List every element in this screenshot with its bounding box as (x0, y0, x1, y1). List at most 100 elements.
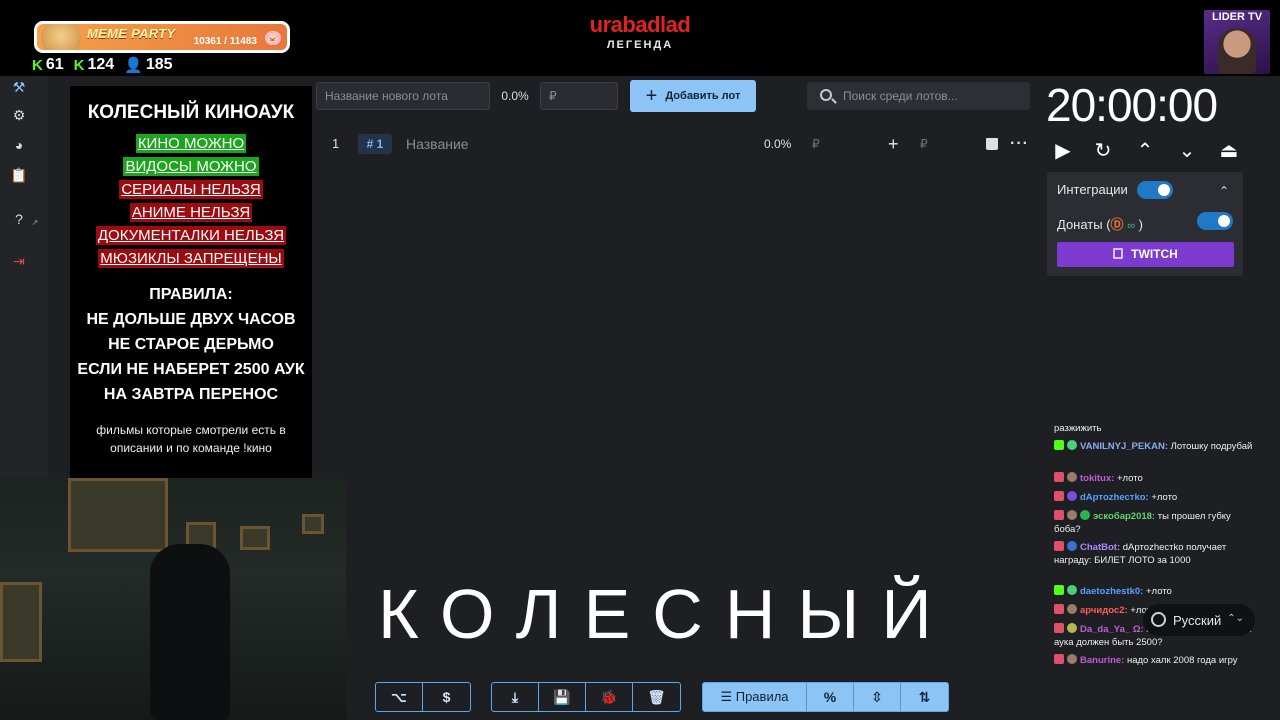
tag-forbidden: АНИМЕ НЕЛЬЗЯ (129, 203, 253, 222)
lot-search-input[interactable]: Поиск среди лотов... (807, 82, 1030, 110)
stat-value: 124 (87, 56, 115, 73)
user-avatar (1067, 623, 1077, 633)
save-icon[interactable]: 💾 (539, 683, 586, 711)
donate-button[interactable]: $ (423, 683, 470, 711)
level-badge-icon (1054, 541, 1064, 551)
twitch-viewers-stat: 👤 185 (124, 56, 172, 74)
donations-toggle[interactable] (1197, 212, 1233, 230)
new-lot-name-input[interactable]: Название нового лота (316, 82, 490, 110)
badge-icon (1080, 510, 1090, 520)
chevron-up-icon[interactable]: ⌃ (1132, 138, 1158, 164)
download-icon[interactable]: ⤓ (492, 683, 539, 711)
chat-text: разжижить (1054, 423, 1102, 434)
twitch-label: TWITCH (1131, 247, 1178, 261)
rules-button[interactable]: ☰ Правила (703, 683, 807, 711)
user-avatar (1067, 654, 1077, 664)
integrations-panel: Интеграции ⌃ Донаты (Ⓓ ∞ ) TWITCH (1047, 172, 1243, 276)
donations-suffix: ) (1138, 217, 1143, 232)
sort-icon[interactable]: ⇅ (901, 683, 948, 711)
viewer-stats: K 61 K 124 👤 185 (32, 56, 173, 74)
integrations-toggle[interactable] (1137, 181, 1173, 199)
chat-message: эскобар2018: ты прошел губку боба? (1054, 510, 1258, 536)
rules-panel: КОЛЕСНЫЙ КИНОАУК КИНО МОЖНО ВИДОСЫ МОЖНО… (70, 86, 312, 480)
eject-icon[interactable]: ⏏ (1216, 138, 1242, 164)
kick-viewers-stat: K 124 (74, 56, 115, 74)
lider-tv-avatar: LIDER TV (1204, 10, 1270, 74)
file-button-group: ⤓ 💾 🐞 🗑 (491, 682, 681, 712)
donatepay-icon: ∞ (1127, 220, 1136, 232)
chat-text: +лото (1151, 492, 1178, 503)
pie-chart-icon[interactable]: ◕ (10, 136, 28, 154)
lot-add-amount-input[interactable]: ₽ (920, 132, 928, 156)
sidebar: ⚒ ⚙ ◕ 📋 ? ↗ ⇥ (0, 76, 48, 480)
rules-note: фильмы которые смотрели есть в описании … (96, 423, 286, 455)
logout-icon[interactable]: ⇥ (10, 252, 28, 270)
play-icon[interactable]: ▶ (1050, 138, 1076, 164)
rules-list-icon: ☰ (720, 689, 733, 704)
lot-id-badge[interactable]: # 1 (358, 134, 392, 154)
bug-icon[interactable]: 🐞 (586, 683, 633, 711)
chat-message: daetozhestk0: +лото (1054, 585, 1258, 598)
chevron-down-icon[interactable]: ⌄ (1174, 138, 1200, 164)
chat-nick: Da_da_Ya_ Ω: (1080, 624, 1144, 635)
search-placeholder: Поиск среди лотов... (843, 89, 958, 103)
help-icon[interactable]: ? (10, 210, 28, 228)
chat-message: разжижить (1054, 422, 1258, 435)
clear-lots-icon[interactable]: 🗑 (633, 683, 680, 711)
clipboard-icon[interactable]: 📋 (10, 166, 28, 184)
stream-overlay-top: MEME PARTY 10361 / 11483 🐷 K 61 K 124 👤 … (0, 0, 1280, 76)
gavel-icon[interactable]: ⚒ (10, 78, 28, 96)
settings-gear-icon[interactable]: ⚙ (10, 106, 28, 124)
lot-name-input[interactable]: Название (406, 132, 469, 156)
chat-message: ChatBot: dАртozhестkо получает награду: … (1054, 541, 1258, 567)
lot-number: 1 (332, 136, 340, 151)
lider-tv-label: LIDER TV (1211, 11, 1263, 23)
gaming-chair (150, 544, 230, 720)
twitch-button[interactable]: TWITCH (1057, 242, 1234, 267)
rules-list: ПРАВИЛА: НЕ ДОЛЬШЕ ДВУХ ЧАСОВ НЕ СТАРОЕ … (70, 282, 312, 407)
language-label: Русский (1173, 612, 1222, 628)
compact-view-icon[interactable]: ⇳ (854, 683, 901, 711)
stat-value: 61 (45, 56, 64, 73)
rules-button-label: Правила (735, 689, 789, 704)
level-badge-icon (1054, 623, 1064, 633)
rule-line: НА ЗАВТРА ПЕРЕНОС (103, 386, 279, 403)
chat-nick: арчидос2: (1080, 605, 1128, 616)
percent-button[interactable]: % (807, 683, 854, 711)
user-avatar (1067, 510, 1077, 520)
chat-message: Banurine: надо халк 2008 года игру (1054, 654, 1258, 667)
tag-allowed: КИНО МОЖНО (135, 134, 247, 153)
new-lot-amount-input[interactable]: ₽ (540, 82, 618, 110)
rules-title: КОЛЕСНЫЙ КИНОАУК (87, 102, 295, 123)
lot-percent: 0.0% (764, 137, 792, 151)
language-select[interactable]: Русский ⌃⌄ (1143, 604, 1255, 636)
kick-badge-icon (1054, 440, 1064, 450)
rule-line: НЕ СТАРОЕ ДЕРЬМО (108, 336, 274, 353)
chat-text: надо халк 2008 года игру (1126, 655, 1238, 666)
user-avatar (1067, 541, 1077, 551)
painting (302, 514, 324, 534)
more-options-icon[interactable]: ··· (1010, 132, 1029, 156)
level-badge-icon (1054, 510, 1064, 520)
globe-icon (1151, 612, 1166, 627)
donations-label: Донаты ( (1057, 217, 1111, 232)
chat-message: dАртozhестkо: +лото (1054, 491, 1258, 504)
chevron-up-icon[interactable]: ⌃ (1219, 184, 1229, 198)
external-link-icon: ↗ (31, 218, 39, 227)
user-avatar (1067, 491, 1077, 501)
restart-icon[interactable]: ↻ (1090, 138, 1116, 164)
chat-message: tokitux: +лото (1054, 472, 1258, 485)
donations-row: Донаты (Ⓓ ∞ ) (1057, 214, 1143, 233)
kick-followers-stat: K 61 (32, 56, 64, 74)
user-avatar (1067, 440, 1077, 450)
chat-nick: dАртozhестkо: (1080, 492, 1149, 503)
chat-nick: VANILNYJ_PEKAN: (1080, 441, 1168, 452)
new-lot-percent: 0.0% (501, 89, 529, 103)
lot-amount: ₽ (812, 137, 820, 151)
add-lot-label: Добавить лот (665, 90, 741, 102)
search-icon (820, 89, 832, 101)
trash-icon[interactable] (986, 138, 998, 150)
github-icon[interactable]: ⌥ (376, 683, 423, 711)
lot-add-amount-button[interactable]: + (888, 132, 899, 156)
add-lot-button[interactable]: + Добавить лот (630, 80, 756, 112)
